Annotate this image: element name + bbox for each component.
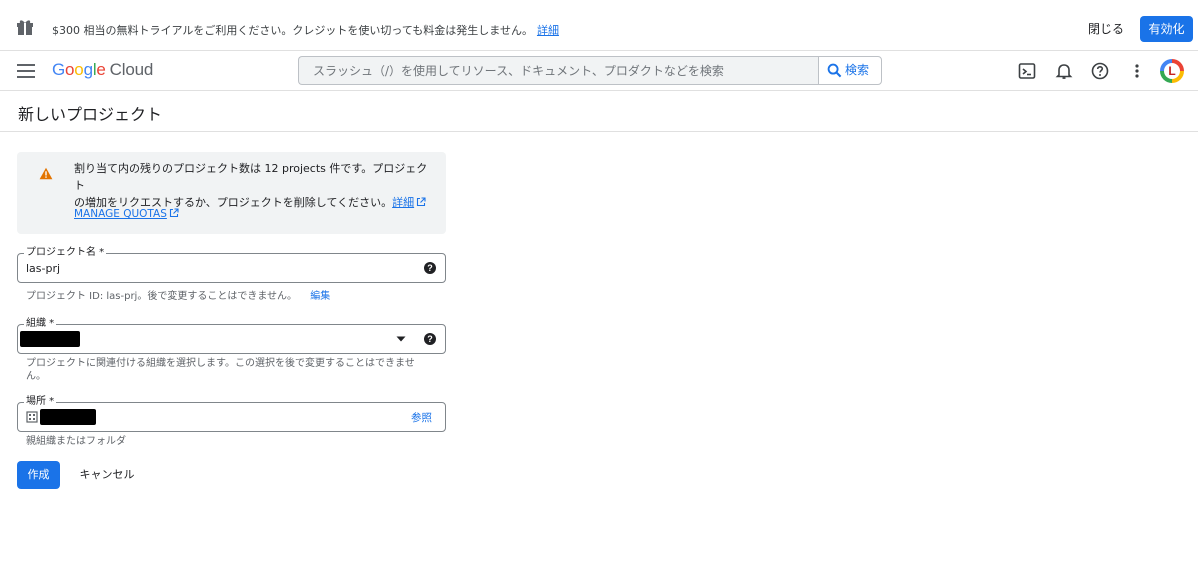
- logo-letter: g: [83, 60, 93, 79]
- notifications-icon[interactable]: [1054, 61, 1074, 81]
- warning-text: 割り当て内の残りのプロジェクト数は 12 projects 件です。プロジェクト…: [74, 160, 434, 211]
- warning-line-1: 割り当て内の残りのプロジェクト数は 12 projects 件です。プロジェクト: [74, 162, 428, 192]
- trial-message: $300 相当の無料トライアルをご利用ください。クレジットを使い切っても料金は発…: [52, 22, 559, 38]
- quota-warning: 割り当て内の残りのプロジェクト数は 12 projects 件です。プロジェクト…: [17, 152, 446, 234]
- logo-letter: o: [65, 60, 75, 79]
- organization-select[interactable]: 組織 * ?: [17, 318, 446, 354]
- search-button-label: 検索: [845, 63, 870, 77]
- avatar-letter: L: [1164, 63, 1180, 79]
- menu-icon[interactable]: [17, 64, 35, 78]
- organization-icon: [26, 411, 38, 423]
- trial-banner: $300 相当の無料トライアルをご利用ください。クレジットを使い切っても料金は発…: [0, 0, 1198, 51]
- page-title: 新しいプロジェクト: [18, 105, 163, 124]
- logo-letter: G: [52, 60, 66, 79]
- cloud-shell-icon[interactable]: [1017, 61, 1037, 81]
- manage-quotas-label: MANAGE QUOTAS: [74, 208, 167, 220]
- trial-details-link[interactable]: 詳細: [537, 24, 559, 37]
- google-cloud-logo[interactable]: Google Cloud: [52, 60, 153, 80]
- create-button[interactable]: 作成: [17, 461, 60, 489]
- project-id-text: プロジェクト ID: las-prj。後で変更することはできません。: [26, 291, 298, 302]
- browse-button[interactable]: 参照: [411, 410, 432, 425]
- project-name-field: プロジェクト名 * ?: [17, 247, 446, 283]
- page-header: 新しいプロジェクト: [0, 91, 1198, 132]
- help-icon[interactable]: ?: [424, 262, 436, 274]
- help-icon[interactable]: ?: [424, 333, 436, 345]
- organization-label: 組織 *: [24, 318, 57, 330]
- trial-message-text: $300 相当の無料トライアルをご利用ください。クレジットを使い切っても料金は発…: [52, 24, 533, 37]
- warning-details-link[interactable]: 詳細: [392, 196, 414, 209]
- manage-quotas-link[interactable]: MANAGE QUOTAS: [74, 208, 179, 220]
- project-id-hint: プロジェクト ID: las-prj。後で変更することはできません。 編集: [26, 290, 330, 303]
- project-name-label: プロジェクト名 *: [24, 247, 107, 259]
- search-box: [298, 56, 818, 85]
- edit-project-id-link[interactable]: 編集: [310, 291, 330, 302]
- search-button[interactable]: 検索: [818, 56, 882, 85]
- location-value-redacted: [40, 409, 96, 425]
- activate-button[interactable]: 有効化: [1140, 16, 1193, 42]
- logo-cloud-text: Cloud: [109, 60, 154, 79]
- location-field: 場所 * 参照: [17, 396, 446, 432]
- warning-icon: [39, 167, 53, 180]
- location-hint: 親組織またはフォルダ: [26, 436, 126, 447]
- avatar[interactable]: L: [1160, 59, 1184, 83]
- logo-letter: e: [96, 60, 106, 79]
- close-banner-button[interactable]: 閉じる: [1080, 18, 1132, 40]
- external-link-icon: [417, 197, 426, 207]
- organization-value-redacted: [20, 331, 80, 347]
- more-options-icon[interactable]: [1127, 61, 1147, 81]
- cancel-button[interactable]: キャンセル: [74, 461, 140, 489]
- search-input[interactable]: [299, 57, 818, 84]
- organization-hint: プロジェクトに関連付ける組織を選択します。この選択を後で変更することはできません…: [26, 358, 415, 382]
- external-link-icon: [169, 208, 179, 218]
- logo-letter: o: [74, 60, 84, 79]
- search-icon: [827, 63, 842, 78]
- help-icon[interactable]: [1090, 61, 1110, 81]
- dropdown-arrow-icon[interactable]: [396, 335, 406, 343]
- top-bar: GoogleCloud 検索 L: [0, 51, 1198, 91]
- location-label: 場所 *: [24, 396, 57, 408]
- project-name-input[interactable]: [26, 262, 406, 275]
- gift-icon: [17, 20, 33, 35]
